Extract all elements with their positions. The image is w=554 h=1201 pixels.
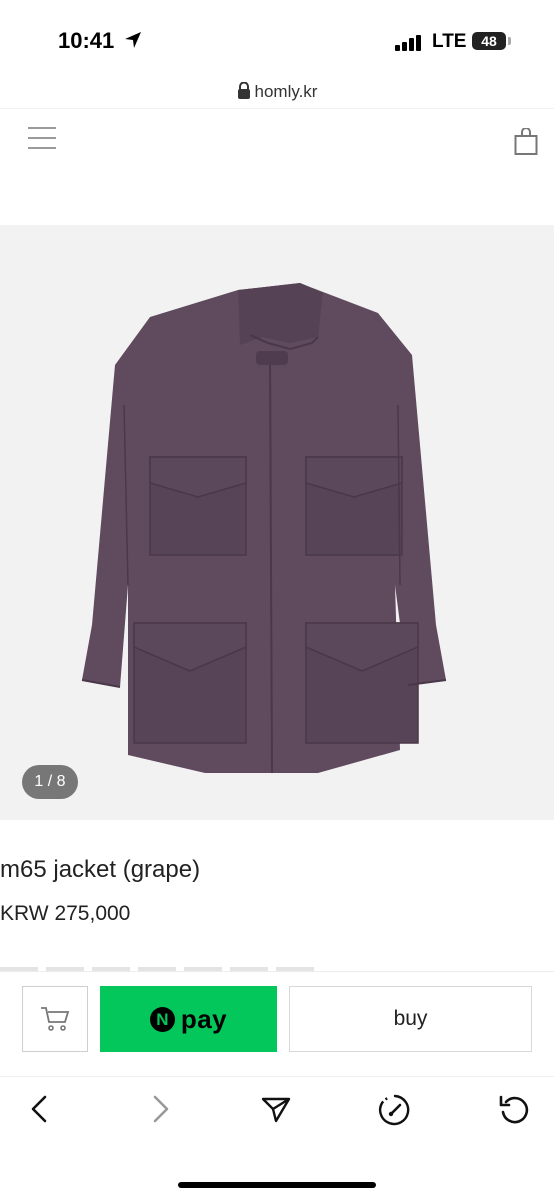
network-label: LTE bbox=[432, 31, 467, 52]
purchase-action-bar: N pay buy bbox=[0, 972, 554, 1068]
product-title: m65 jacket (grape) bbox=[0, 856, 201, 883]
battery-cap bbox=[508, 37, 511, 45]
divider bbox=[0, 108, 554, 109]
location-arrow-icon bbox=[125, 32, 141, 48]
image-counter: 1 / 8 bbox=[22, 765, 78, 799]
add-to-cart-button[interactable] bbox=[22, 986, 88, 1052]
battery-icon: 48 bbox=[472, 32, 506, 50]
signal-bars-icon bbox=[395, 35, 421, 51]
shopping-bag-icon[interactable] bbox=[514, 128, 538, 156]
description-text bbox=[0, 958, 554, 972]
chevron-right-icon[interactable] bbox=[148, 1093, 172, 1125]
url-text: homly.kr bbox=[254, 82, 318, 101]
naver-pay-label: pay bbox=[180, 1003, 228, 1034]
hamburger-menu-icon[interactable] bbox=[28, 127, 56, 149]
naver-n-icon: N bbox=[149, 1006, 175, 1032]
chevron-left-icon[interactable] bbox=[28, 1093, 52, 1125]
jacket-image bbox=[81, 283, 447, 774]
buy-button[interactable]: buy bbox=[289, 986, 532, 1052]
lock-icon bbox=[237, 81, 250, 99]
status-time: 10:41 bbox=[58, 28, 115, 53]
naver-pay-button[interactable]: N pay bbox=[100, 986, 277, 1052]
product-price: KRW 275,000 bbox=[0, 902, 131, 925]
home-indicator bbox=[178, 1182, 376, 1188]
cart-icon bbox=[41, 1007, 70, 1031]
url-bar[interactable]: homly.kr bbox=[0, 81, 554, 102]
reload-icon[interactable] bbox=[498, 1093, 532, 1127]
send-icon[interactable] bbox=[260, 1093, 292, 1125]
gauge-icon[interactable] bbox=[378, 1093, 412, 1127]
product-image[interactable]: 1 / 8 bbox=[0, 225, 554, 820]
status-bar: 10:41 LTE 48 bbox=[0, 0, 554, 80]
